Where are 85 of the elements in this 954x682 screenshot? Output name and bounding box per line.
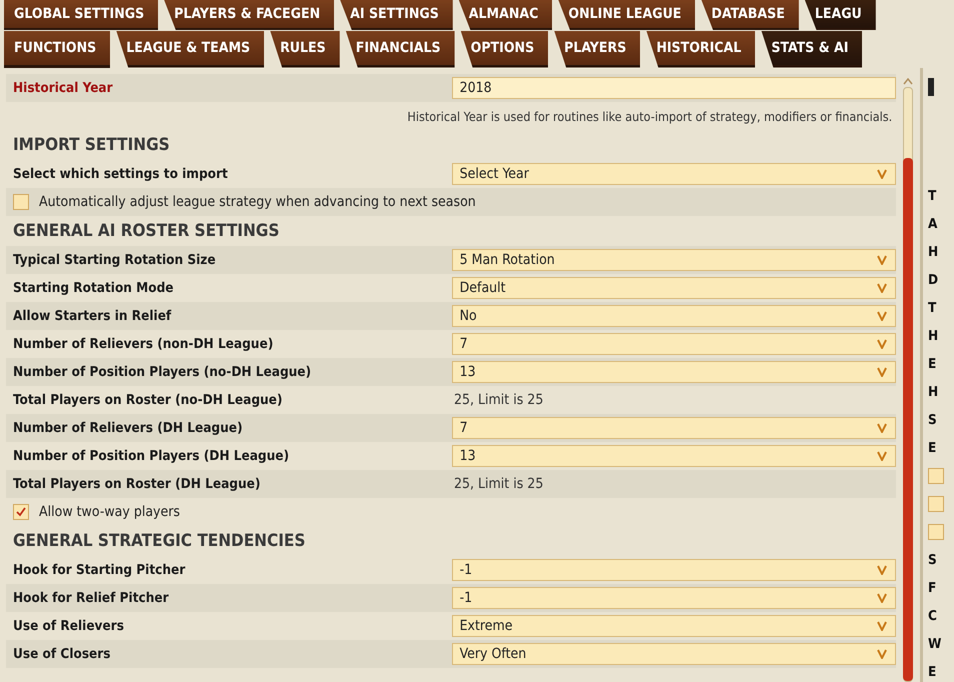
panel-text: H <box>928 384 938 400</box>
checkbox[interactable] <box>13 504 29 520</box>
nav-tab[interactable]: DATABASE <box>701 0 799 30</box>
input-field[interactable]: 2018 <box>452 77 896 99</box>
setting-label: Select which settings to import <box>13 166 229 182</box>
chevron-down-icon <box>877 423 888 433</box>
panel-text: H <box>928 328 938 344</box>
checkbox[interactable] <box>928 496 944 512</box>
section-heading: GENERAL AI ROSTER SETTINGS <box>13 221 280 241</box>
checkbox-label: Allow two-way players <box>39 504 180 520</box>
dropdown[interactable]: Very Often <box>452 643 896 665</box>
chevron-down-icon <box>877 367 888 377</box>
help-text: Historical Year is used for routines like auto-import of strategy, modifiers or financials. <box>406 108 894 124</box>
setting-label: Hook for Starting Pitcher <box>13 562 186 578</box>
setting-value: 25, Limit is 25 <box>454 392 544 408</box>
setting-label: Use of Closers <box>13 646 112 662</box>
panel-text: W <box>928 636 942 652</box>
setting-label: Number of Relievers (non-DH League) <box>13 336 274 352</box>
dropdown[interactable]: Select Year <box>452 163 896 185</box>
dropdown[interactable]: 5 Man Rotation <box>452 249 896 271</box>
chevron-down-icon <box>877 339 888 349</box>
dropdown[interactable]: 7 <box>452 333 896 355</box>
chevron-down-icon <box>877 283 888 293</box>
chevron-down-icon <box>877 169 888 179</box>
field-label: Historical Year <box>13 80 114 96</box>
dropdown[interactable]: -1 <box>452 587 896 609</box>
nav-tab[interactable]: PLAYERS & FACEGEN <box>164 0 334 30</box>
chevron-down-icon <box>877 311 888 321</box>
nav-tab[interactable]: PLAYERS <box>554 30 640 68</box>
nav-tab[interactable]: ALMANAC <box>458 0 552 30</box>
panel-text: T <box>928 188 936 204</box>
dropdown[interactable]: -1 <box>452 559 896 581</box>
setting-label: Typical Starting Rotation Size <box>13 252 217 268</box>
nav-tab[interactable]: AI SETTINGS <box>340 0 453 30</box>
setting-label: Number of Position Players (DH League) <box>13 448 290 464</box>
dropdown[interactable]: 7 <box>452 417 896 439</box>
chevron-down-icon <box>877 621 888 631</box>
nav-tab[interactable]: FUNCTIONS <box>4 30 110 68</box>
checkbox-label: Automatically adjust league strategy when advancing to next season <box>39 194 476 210</box>
nav-tab[interactable]: LEAGUE & TEAMS <box>116 30 264 68</box>
dropdown[interactable]: No <box>452 305 896 327</box>
checkbox[interactable] <box>13 194 29 210</box>
setting-label: Number of Position Players (no-DH League) <box>13 364 312 380</box>
dropdown[interactable]: Default <box>452 277 896 299</box>
setting-value: 25, Limit is 25 <box>454 476 544 492</box>
panel-text: E <box>928 440 936 456</box>
chevron-down-icon <box>877 255 888 265</box>
panel-text: E <box>928 356 936 372</box>
checkbox[interactable] <box>928 468 944 484</box>
chevron-down-icon <box>877 649 888 659</box>
setting-label: Starting Rotation Mode <box>13 280 175 296</box>
setting-label: Total Players on Roster (DH League) <box>13 476 262 492</box>
panel-text: E <box>928 664 936 680</box>
chevron-down-icon <box>877 565 888 575</box>
panel-text: T <box>928 300 936 316</box>
setting-label: Hook for Relief Pitcher <box>13 590 170 606</box>
chevron-down-icon <box>877 593 888 603</box>
setting-label: Use of Relievers <box>13 618 125 634</box>
setting-label: Number of Relievers (DH League) <box>13 420 244 436</box>
panel-text: A <box>928 216 938 232</box>
nav-tab[interactable]: STATS & AI <box>761 30 862 68</box>
dropdown[interactable]: 13 <box>452 361 896 383</box>
panel-text: S <box>928 552 937 568</box>
panel-text: D <box>928 272 938 288</box>
section-heading: IMPORT SETTINGS <box>13 135 170 155</box>
nav-tab[interactable]: OPTIONS <box>460 30 548 68</box>
nav-tab[interactable]: LEAGU <box>804 0 876 30</box>
setting-label: Total Players on Roster (no-DH League) <box>13 392 284 408</box>
scroll-up-icon[interactable] <box>903 78 914 85</box>
setting-label: Allow Starters in Relief <box>13 308 172 324</box>
nav-tab[interactable]: GLOBAL SETTINGS <box>4 0 158 30</box>
dropdown[interactable]: Extreme <box>452 615 896 637</box>
checkbox[interactable] <box>928 524 944 540</box>
chevron-down-icon <box>877 451 888 461</box>
section-heading: GENERAL STRATEGIC TENDENCIES <box>13 531 306 551</box>
panel-text: F <box>928 580 936 596</box>
nav-tab[interactable]: RULES <box>270 30 340 68</box>
nav-tab[interactable]: ONLINE LEAGUE <box>558 0 696 30</box>
panel-text: H <box>928 244 938 260</box>
nav-tab[interactable]: FINANCIALS <box>346 30 455 68</box>
nav-tab[interactable]: HISTORICAL <box>646 30 756 68</box>
panel-text: S <box>928 412 937 428</box>
panel-heading-block <box>928 78 934 96</box>
panel-text: C <box>928 608 937 624</box>
dropdown[interactable]: 13 <box>452 445 896 467</box>
